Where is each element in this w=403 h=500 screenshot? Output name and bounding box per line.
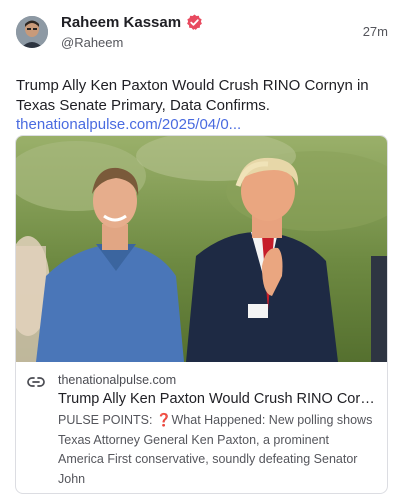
post-header: Raheem Kassam @Raheem (16, 10, 390, 56)
post-text: Trump Ally Ken Paxton Would Crush RINO C… (16, 77, 369, 114)
author-handle[interactable]: @Raheem (61, 35, 203, 50)
link-icon (27, 377, 45, 387)
post-card[interactable]: Raheem Kassam @Raheem 27m Trump Ally Ken… (0, 0, 403, 500)
link-preview-image (16, 136, 387, 362)
verified-badge-icon (186, 14, 203, 31)
post-link[interactable]: thenationalpulse.com/2025/04/0... (16, 115, 388, 135)
post-timestamp[interactable]: 27m (363, 24, 388, 39)
author-display-name[interactable]: Raheem Kassam (61, 14, 181, 31)
author-names: Raheem Kassam @Raheem (61, 14, 203, 50)
link-preview-meta: thenationalpulse.com Trump Ally Ken Paxt… (16, 362, 387, 489)
link-preview-card[interactable]: thenationalpulse.com Trump Ally Ken Paxt… (15, 135, 388, 494)
link-preview-domain: thenationalpulse.com (58, 373, 177, 387)
link-preview-description: PULSE POINTS: ❓What Happened: New pollin… (58, 413, 373, 486)
link-preview-title[interactable]: Trump Ally Ken Paxton Would Crush RINO C… (58, 389, 376, 409)
post-body: Trump Ally Ken Paxton Would Crush RINO C… (16, 76, 388, 135)
avatar[interactable] (16, 16, 48, 48)
